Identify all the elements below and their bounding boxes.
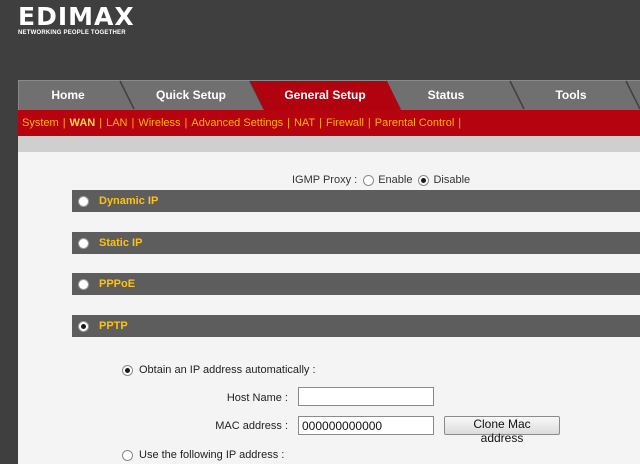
mac-address-label: MAC address : <box>215 420 288 432</box>
pptp-radio[interactable] <box>78 320 89 332</box>
subnav-separator: | <box>287 117 290 129</box>
section-static-ip[interactable]: Static IP <box>72 232 640 254</box>
subnav-advanced-settings[interactable]: Advanced Settings <box>191 117 283 129</box>
subnav-lan[interactable]: LAN <box>106 117 127 129</box>
subnav-wan[interactable]: WAN <box>70 117 96 129</box>
header: EDIMAX NETWORKING PEOPLE TOGETHER <box>0 0 640 80</box>
static-ip-label: Static IP <box>99 237 143 249</box>
logo-tagline: NETWORKING PEOPLE TOGETHER <box>18 30 126 36</box>
subnav-wireless[interactable]: Wireless <box>138 117 180 129</box>
tab-home[interactable]: Home <box>20 80 116 110</box>
igmp-proxy-label: IGMP Proxy : <box>292 174 358 186</box>
subnav-separator: | <box>184 117 188 129</box>
edimax-logo: EDIMAX NETWORKING PEOPLE TOGETHER <box>18 2 135 36</box>
igmp-disable-label: Disable <box>433 174 471 186</box>
wan-settings-panel: IGMP Proxy : Enable Disable Dynamic IP S… <box>18 136 640 464</box>
tab-quick-setup[interactable]: Quick Setup <box>132 80 250 110</box>
subnav-separator: | <box>99 117 103 129</box>
tab-general-setup[interactable]: General Setup <box>258 80 392 110</box>
subnav-firewall[interactable]: Firewall <box>326 117 364 129</box>
host-name-input[interactable] <box>298 387 434 406</box>
section-dynamic-ip[interactable]: Dynamic IP <box>72 190 640 212</box>
subnav-separator: | <box>367 117 371 129</box>
clone-mac-address-button[interactable]: Clone Mac address <box>444 416 560 445</box>
subnav-separator: | <box>458 117 462 129</box>
section-pppoe[interactable]: PPPoE <box>72 273 640 295</box>
obtain-ip-auto-row: Obtain an IP address automatically : <box>122 364 316 376</box>
igmp-enable-radio[interactable] <box>363 174 375 186</box>
subnav-system[interactable]: System <box>22 117 59 129</box>
obtain-ip-auto-label: Obtain an IP address automatically : <box>139 364 316 376</box>
subnav-nat[interactable]: NAT <box>294 117 315 129</box>
use-following-ip-radio[interactable] <box>122 449 133 461</box>
dynamic-ip-radio[interactable] <box>78 195 89 207</box>
pptp-label: PPTP <box>99 320 128 332</box>
pppoe-label: PPPoE <box>99 278 136 290</box>
tab-general-setup-label: General Setup <box>284 88 366 102</box>
igmp-disable-radio[interactable] <box>418 174 430 186</box>
igmp-proxy-row: IGMP Proxy : Enable Disable <box>292 174 470 186</box>
host-name-label: Host Name : <box>226 392 288 404</box>
static-ip-radio[interactable] <box>78 237 89 249</box>
use-following-ip-label: Use the following IP address : <box>139 449 285 461</box>
pppoe-radio[interactable] <box>78 278 89 290</box>
dynamic-ip-label: Dynamic IP <box>99 195 159 207</box>
tab-quick-setup-label: Quick Setup <box>155 88 226 102</box>
use-following-ip-row: Use the following IP address : <box>122 449 284 461</box>
sub-navigation: System | WAN | LAN | Wireless | Advanced… <box>18 110 640 136</box>
igmp-enable-label: Enable <box>378 174 413 186</box>
logo-text: EDIMAX <box>18 2 135 31</box>
content-top-strip <box>18 136 640 152</box>
subnav-separator: | <box>131 117 135 129</box>
tab-home-label: Home <box>51 88 85 102</box>
section-pptp[interactable]: PPTP <box>72 315 640 337</box>
tab-status[interactable]: Status <box>398 80 494 110</box>
mac-address-input[interactable] <box>298 416 434 435</box>
tab-tools[interactable]: Tools <box>520 80 622 110</box>
tab-tools-label: Tools <box>555 88 587 102</box>
subnav-separator: | <box>62 117 66 129</box>
tab-status-label: Status <box>427 88 465 102</box>
main-tab-bar: Home Quick Setup General Setup Status To… <box>0 80 640 110</box>
obtain-ip-auto-radio[interactable] <box>122 364 133 376</box>
subnav-separator: | <box>319 117 323 129</box>
subnav-parental-control[interactable]: Parental Control <box>375 117 455 129</box>
